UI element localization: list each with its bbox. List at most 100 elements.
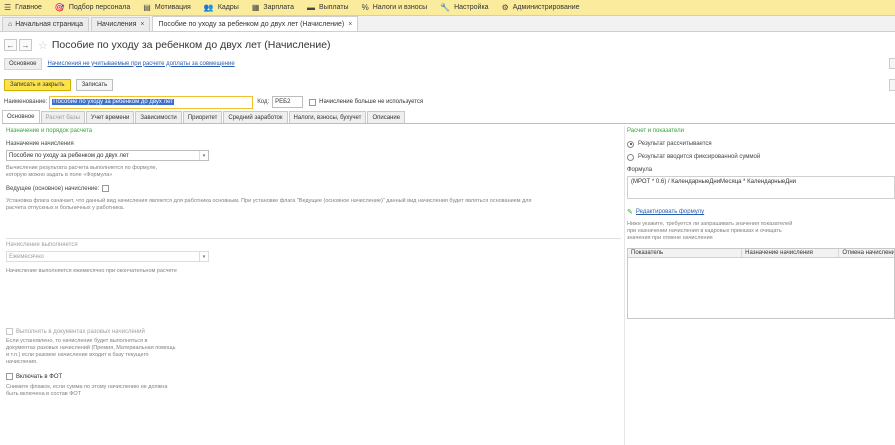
form-toolbar: Записать и закрыть Записать: [4, 79, 114, 91]
onetime-checkbox: [6, 328, 13, 335]
tab-average-earnings[interactable]: Средний заработок: [223, 111, 288, 123]
name-input[interactable]: Пособие по уходу за ребенком до двух лет: [49, 95, 254, 109]
fot-hint-line1: Снимите флажок, если сумма по этому начи…: [6, 384, 168, 390]
calculator-icon: ▦: [251, 3, 260, 12]
onetime-label: Выполнять в документах разовых начислени…: [16, 328, 145, 335]
menu-item-taxes[interactable]: % Налоги и взносы: [362, 3, 428, 12]
onetime-hint-line4: начисления.: [6, 359, 38, 365]
pencil-icon: ✎: [627, 209, 633, 216]
close-icon[interactable]: ×: [348, 21, 352, 28]
save-and-close-button[interactable]: Записать и закрыть: [4, 79, 71, 91]
code-label: Код:: [257, 99, 270, 105]
indicators-note-line2: при назначении начисления в кадровых при…: [627, 228, 782, 234]
performed-hint: Начисление выполняется ежемесячно при ок…: [6, 268, 177, 274]
performed-label: Начисление выполняется: [6, 242, 78, 248]
menu-item-settings[interactable]: 🔧 Настройка: [440, 3, 488, 12]
onetime-hint-line3: и т.п.) если разовое начисление входит в…: [6, 352, 149, 358]
tab-label: Начальная страница: [15, 21, 83, 28]
percent-icon: %: [361, 3, 369, 12]
unused-checkbox[interactable]: [309, 98, 317, 106]
column-header-assignment[interactable]: Назначение начисления: [742, 249, 840, 257]
save-button[interactable]: Записать: [75, 79, 114, 91]
purpose-label: Назначение начисления: [6, 141, 74, 147]
main-menu-bar: ☰ Главное 🎯 Подбор персонала ▤ Мотивация 👥 К…: [0, 0, 895, 16]
group-title-purpose: Назначение и порядок расчета: [6, 128, 93, 134]
radio-button[interactable]: [627, 153, 634, 161]
section-link-combination[interactable]: Начисления не учитываемые при расчете до…: [48, 61, 235, 67]
chevron-down-icon[interactable]: ▾: [199, 151, 208, 160]
leading-hint-line1: Установка флага означает, что данный вид…: [6, 198, 532, 204]
menu-item-main[interactable]: ☰ Главное: [4, 3, 42, 12]
close-icon[interactable]: ×: [140, 21, 144, 28]
tab-child-care-accrual[interactable]: Пособие по уходу за ребенком до двух лет…: [152, 16, 359, 31]
favorite-star-icon[interactable]: ☆: [38, 39, 48, 52]
formula-field[interactable]: (МРОТ * 0.6) / КалендарныеДниМесяца * Ка…: [627, 176, 895, 199]
tab-time-tracking[interactable]: Учет времени: [85, 111, 135, 123]
menu-item-motivation[interactable]: ▤ Мотивация: [143, 3, 191, 12]
radio-button-selected[interactable]: [627, 140, 634, 148]
arrow-left-icon: ←: [6, 40, 15, 50]
tab-dependencies[interactable]: Зависимости: [135, 111, 182, 123]
fot-label: Включать в ФОТ: [16, 373, 63, 380]
indicators-note-line3: значения при отмене начисления: [627, 235, 713, 241]
gear-icon: ⚙: [501, 3, 509, 12]
leading-accrual-label: Ведущее (основное) начисление:: [6, 185, 100, 192]
open-windows-bar: ⌂ Начальная страница Начисления × Пособи…: [0, 16, 895, 32]
menu-icon: ☰: [4, 3, 12, 12]
fot-row: Включать в ФОТ: [6, 373, 62, 380]
menu-item-payments[interactable]: ▬ Выплаты: [307, 3, 349, 12]
fot-checkbox[interactable]: [6, 373, 13, 380]
chevron-down-icon: ▾: [199, 252, 208, 261]
formula-label: Формула: [627, 167, 653, 173]
tab-description[interactable]: Описание: [367, 111, 406, 123]
more-button[interactable]: [889, 58, 895, 69]
menu-item-recruiting[interactable]: 🎯 Подбор персонала: [55, 3, 130, 12]
forward-button[interactable]: →: [19, 39, 32, 51]
radio-calculated[interactable]: Результат рассчитывается: [627, 139, 712, 149]
menu-label: Зарплата: [263, 4, 295, 11]
menu-label: Настройка: [454, 4, 489, 11]
calc-hint-line1: Вычисление результата расчета выполняетс…: [6, 165, 158, 171]
menu-label: Подбор персонала: [68, 4, 131, 11]
more-actions-button[interactable]: [889, 79, 895, 91]
name-row: Наименование: Пособие по уходу за ребенк…: [4, 95, 423, 109]
money-icon: ▬: [307, 3, 316, 12]
edit-formula-link[interactable]: Редактировать формулу: [636, 209, 704, 215]
back-button[interactable]: ←: [4, 39, 17, 51]
name-value: Пособие по уходу за ребенком до двух лет: [52, 99, 174, 105]
radio-fixed-label: Результат вводится фиксированной суммой: [638, 154, 761, 160]
purpose-value: Пособие по уходу за ребенком до двух лет: [9, 152, 129, 159]
menu-item-admin[interactable]: ⚙ Администрирование: [502, 3, 580, 12]
code-input[interactable]: РЕБ2: [272, 96, 304, 108]
menu-item-salary[interactable]: ▦ Зарплата: [252, 3, 294, 12]
section-main[interactable]: Основное: [4, 57, 42, 70]
menu-item-staff[interactable]: 👥 Кадры: [204, 3, 239, 12]
radio-fixed[interactable]: Результат вводится фиксированной суммой: [627, 152, 760, 162]
menu-label: Выплаты: [319, 4, 349, 11]
page-title: Пособие по уходу за ребенком до двух лет…: [51, 39, 331, 51]
onetime-hint-line1: Если установлено, то начисление будет вы…: [6, 338, 148, 344]
tab-main[interactable]: Основное: [2, 110, 40, 123]
column-header-indicator[interactable]: Показатель: [628, 249, 743, 257]
indicators-note-line1: Ниже укажите, требуется ли запрашивать з…: [627, 221, 793, 227]
indicators-table[interactable]: Показатель Назначение начисления Отмена …: [627, 248, 895, 319]
tab-home[interactable]: ⌂ Начальная страница: [2, 17, 89, 31]
calc-hint-line2: которую можно задать в поле «Формула»: [6, 172, 113, 178]
edit-formula-row: ✎ Редактировать формулу: [627, 208, 704, 216]
home-icon: ⌂: [8, 21, 13, 28]
people-icon: 👥: [203, 3, 214, 12]
tab-priority[interactable]: Приоритет: [182, 111, 223, 123]
form-sections: Основное Начисления не учитываемые при р…: [0, 57, 895, 70]
leading-hint-line2: расчета отпускных и больничных у работни…: [6, 205, 125, 211]
purpose-select[interactable]: Пособие по уходу за ребенком до двух лет…: [6, 150, 209, 161]
column-header-cancel[interactable]: Отмена начисления: [839, 249, 894, 257]
menu-label: Налоги и взносы: [372, 4, 428, 11]
radio-calculated-label: Результат рассчитывается: [638, 141, 712, 147]
tab-base-calculation: Расчет базы: [40, 111, 85, 123]
wrench-icon: 🔧: [440, 3, 451, 12]
tab-label: Пособие по уходу за ребенком до двух лет…: [158, 20, 345, 28]
tab-taxes-accounting[interactable]: Налоги, взносы, бухучет: [288, 111, 367, 123]
leading-accrual-checkbox[interactable]: [102, 185, 110, 192]
menu-label: Мотивация: [154, 4, 191, 11]
tab-accruals[interactable]: Начисления ×: [90, 17, 151, 31]
